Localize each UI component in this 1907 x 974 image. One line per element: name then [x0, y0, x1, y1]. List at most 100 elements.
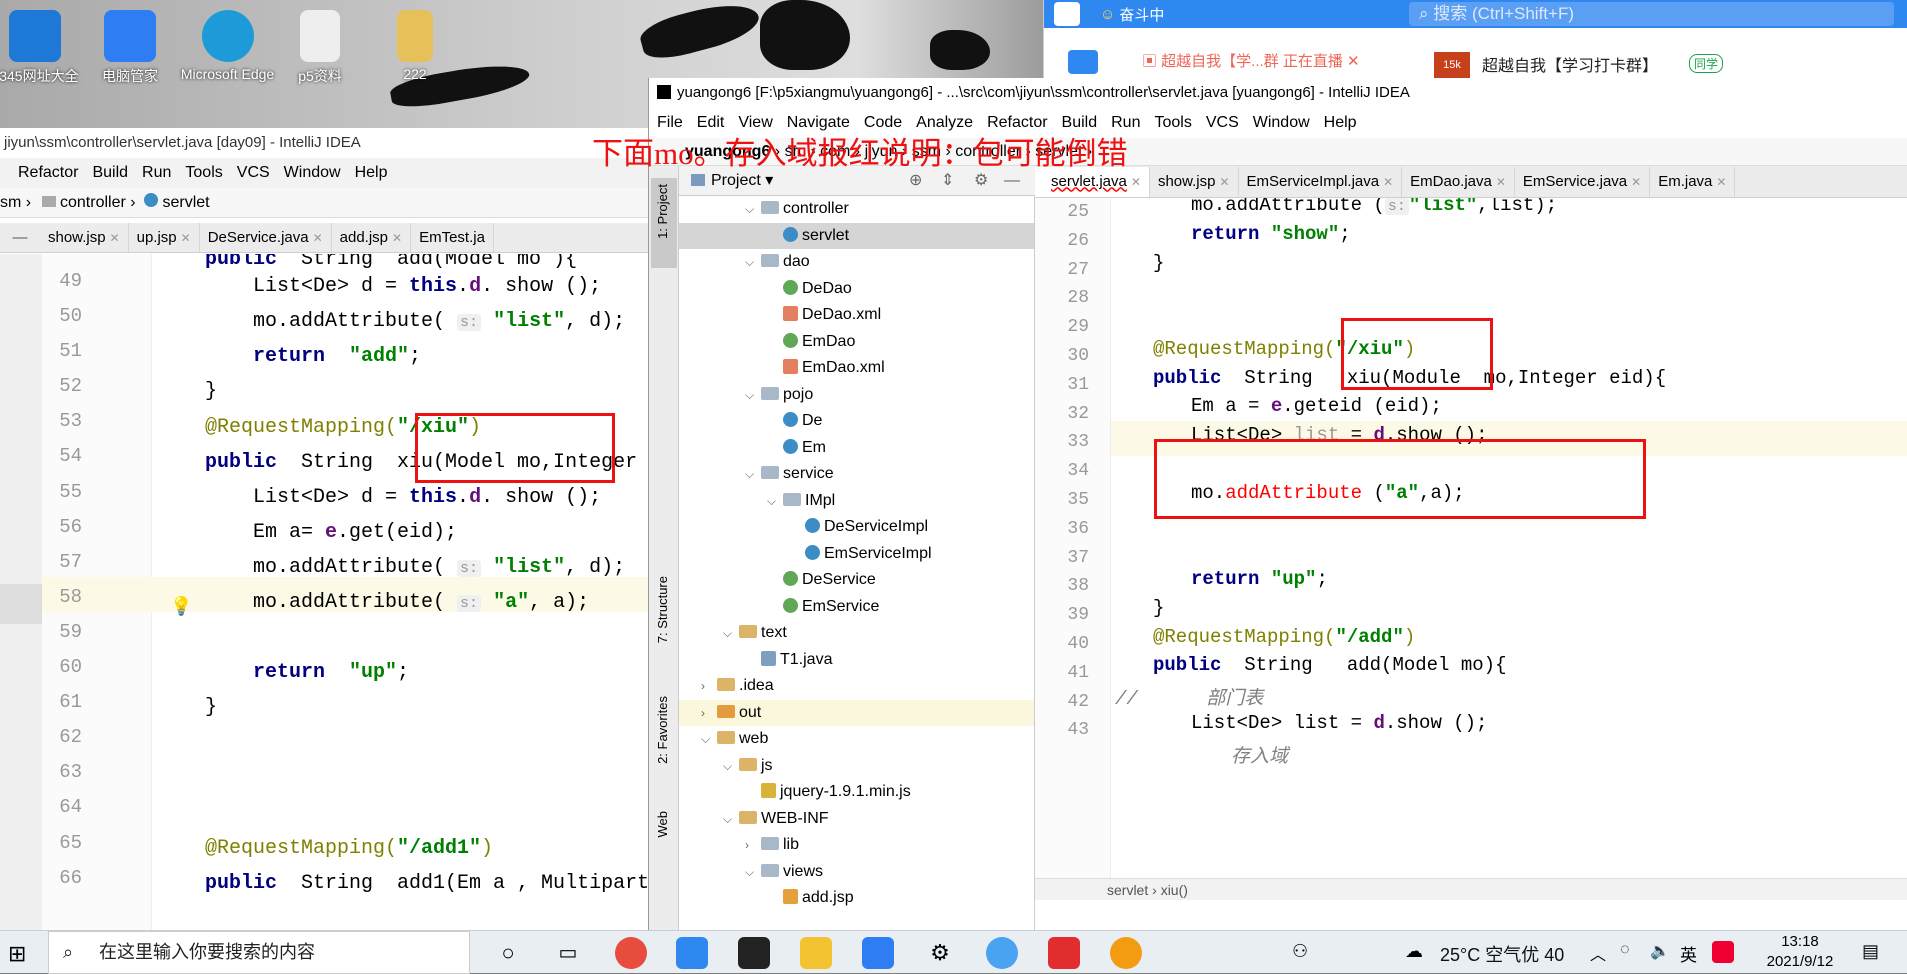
chat-tab-group[interactable]: 超越自我【学习打卡群】	[1482, 52, 1658, 76]
volume-icon[interactable]: 🔈	[1650, 941, 1670, 961]
menu-vcs[interactable]: VCS	[1206, 114, 1239, 132]
app-icon[interactable]	[986, 937, 1018, 969]
tab-emdao[interactable]: EmDao.java ✕	[1402, 166, 1515, 197]
chevron-icon[interactable]: ⌵	[745, 196, 761, 223]
favorites-tool-button[interactable]: 2: Favorites	[655, 696, 670, 764]
crumb-class[interactable]: servlet	[1107, 882, 1148, 898]
structure-tool-button[interactable]: 7: Structure	[655, 576, 670, 643]
tab-add-jsp[interactable]: add.jsp ✕	[332, 223, 412, 252]
tab-emtest[interactable]: EmTest.ja	[411, 223, 494, 252]
tab-em-java[interactable]: Em.java ✕	[1650, 166, 1736, 197]
code-editor[interactable]: 49 50 51 52 53 54 55 56 57 58 59 60 61 62 63 64 65 66 💡 p…	[0, 254, 648, 973]
chat-search-input[interactable]: ⌕ 搜索 (Ctrl+Shift+F)	[1409, 2, 1894, 26]
menu-refactor[interactable]: Refactor	[18, 164, 78, 182]
tree-item-dao[interactable]: ⌵ dao	[679, 249, 1034, 276]
menu-tools[interactable]: Tools	[1154, 114, 1191, 132]
apps-icon[interactable]	[1068, 50, 1098, 74]
tree-item-text[interactable]: ⌵ text	[679, 620, 1034, 647]
tree-item-deservice[interactable]: DeService	[679, 567, 1034, 594]
chevron-icon[interactable]: ⌵	[745, 461, 761, 488]
web-tool-button[interactable]: Web	[655, 811, 670, 838]
menu-window[interactable]: Window	[284, 164, 341, 182]
tree-item-impl[interactable]: ⌵ IMpl	[679, 488, 1034, 515]
tab-up-jsp[interactable]: up.jsp ✕	[129, 223, 200, 252]
tree-item-controller[interactable]: ⌵ controller	[679, 196, 1034, 223]
menu-run[interactable]: Run	[142, 164, 171, 182]
tree-item-dedao-xml[interactable]: DeDao.xml	[679, 302, 1034, 329]
menu-tools[interactable]: Tools	[185, 164, 222, 182]
menu-help[interactable]: Help	[355, 164, 388, 182]
chevron-icon[interactable]: ⌵	[745, 382, 761, 409]
tree-item-deserviceimpl[interactable]: DeServiceImpl	[679, 514, 1034, 541]
tray-chevron-icon[interactable]: ︿	[1590, 941, 1606, 965]
tree-item-t1-java[interactable]: T1.java	[679, 647, 1034, 674]
crumb-servlet[interactable]: servlet	[162, 194, 209, 211]
desktop-icon-222[interactable]: 222	[370, 10, 460, 82]
lightbulb-icon[interactable]: 💡	[170, 596, 192, 617]
youdao-icon[interactable]	[1048, 937, 1080, 969]
chevron-icon[interactable]: ›	[701, 673, 717, 700]
ime-indicator[interactable]: 英	[1680, 941, 1697, 966]
chevron-icon[interactable]: ⌵	[745, 859, 761, 886]
tab-emservice[interactable]: EmService.java ✕	[1515, 166, 1651, 197]
chevron-icon[interactable]: ⌵	[723, 753, 739, 780]
avatar[interactable]	[1054, 2, 1080, 26]
desktop-icon-edge[interactable]: Microsoft Edge	[180, 10, 275, 82]
tree-item-js[interactable]: ⌵ js	[679, 753, 1034, 780]
tab-show-jsp[interactable]: show.jsp ✕	[1150, 166, 1239, 197]
tab-deservice[interactable]: DeService.java ✕	[200, 223, 332, 252]
crumb-sm[interactable]: sm	[0, 194, 21, 211]
tree-item-pojo[interactable]: ⌵ pojo	[679, 382, 1034, 409]
tree-item-jquery-1-9-1-min-js[interactable]: jquery-1.9.1.min.js	[679, 779, 1034, 806]
notification-icon[interactable]: ▤	[1862, 941, 1879, 962]
tree-item-service[interactable]: ⌵ service	[679, 461, 1034, 488]
menu-help[interactable]: Help	[1324, 114, 1357, 132]
code-editor[interactable]: 25 26 27 28 29 30 31 32 33 34 35 36 37 38 39 40 41 42 43 m…	[1035, 198, 1907, 878]
tree-item-emserviceimpl[interactable]: EmServiceImpl	[679, 541, 1034, 568]
weather-text[interactable]: 25°C 空气优 40	[1440, 941, 1564, 967]
cortana-icon[interactable]: ○	[492, 937, 524, 969]
chevron-icon[interactable]: ⌵	[701, 726, 717, 753]
feishu-icon[interactable]	[676, 937, 708, 969]
taskbar-search-input[interactable]: ⌕ 在这里输入你要搜索的内容	[48, 931, 470, 974]
tree-item-out[interactable]: › out	[679, 699, 1034, 727]
project-view-dropdown[interactable]: Project	[711, 172, 761, 189]
desktop-icon-p5[interactable]: p5资料	[275, 10, 365, 86]
tree-item-emservice[interactable]: EmService	[679, 594, 1034, 621]
video-icon[interactable]	[1110, 937, 1142, 969]
tree-item-web-inf[interactable]: ⌵ WEB-INF	[679, 806, 1034, 833]
chevron-icon[interactable]: ⌵	[745, 249, 761, 276]
tree-item-emdao-xml[interactable]: EmDao.xml	[679, 355, 1034, 382]
tree-item-de[interactable]: De	[679, 408, 1034, 435]
clock-date[interactable]: 2021/9/12	[1755, 953, 1845, 970]
tree-item-add-jsp[interactable]: add.jsp	[679, 885, 1034, 912]
menu-build[interactable]: Build	[92, 164, 128, 182]
chevron-icon[interactable]: ⌵	[723, 620, 739, 647]
tree-item--idea[interactable]: › .idea	[679, 673, 1034, 700]
menu-window[interactable]: Window	[1253, 114, 1310, 132]
chevron-icon[interactable]: ⌵	[723, 806, 739, 833]
desktop-icon-2345[interactable]: 2345网址大全	[0, 10, 80, 86]
tab-emserviceimpl[interactable]: EmServiceImpl.java ✕	[1239, 166, 1403, 197]
intellij-icon[interactable]	[738, 937, 770, 969]
chevron-icon[interactable]: ›	[701, 700, 717, 727]
crumb-controller[interactable]: controller	[60, 194, 126, 211]
chat-tab-live[interactable]: ▣ 超越自我【学...群 正在直播 ✕	[1142, 50, 1360, 71]
desktop-icon-pc-manager[interactable]: 电脑管家	[85, 10, 175, 86]
minimize-icon[interactable]: —	[0, 229, 40, 246]
tree-item-em[interactable]: Em	[679, 435, 1034, 462]
chrome-icon[interactable]	[615, 937, 647, 969]
tree-item-dedao[interactable]: DeDao	[679, 276, 1034, 303]
tree-item-servlet[interactable]: servlet	[679, 222, 1034, 249]
settings-gear-icon[interactable]: ⚙	[924, 937, 956, 969]
people-icon[interactable]: ⚇	[1292, 941, 1308, 962]
tree-item-views[interactable]: ⌵ views	[679, 859, 1034, 886]
chevron-icon[interactable]: ›	[745, 832, 761, 859]
tree-item-lib[interactable]: › lib	[679, 832, 1034, 859]
clock-time[interactable]: 13:18	[1755, 933, 1845, 950]
windows-start-icon[interactable]: ⊞	[8, 941, 26, 967]
task-view-icon[interactable]: ▭	[552, 937, 584, 969]
menu-vcs[interactable]: VCS	[237, 164, 270, 182]
sogou-icon[interactable]	[1712, 941, 1734, 963]
pc-manager-icon[interactable]	[862, 937, 894, 969]
